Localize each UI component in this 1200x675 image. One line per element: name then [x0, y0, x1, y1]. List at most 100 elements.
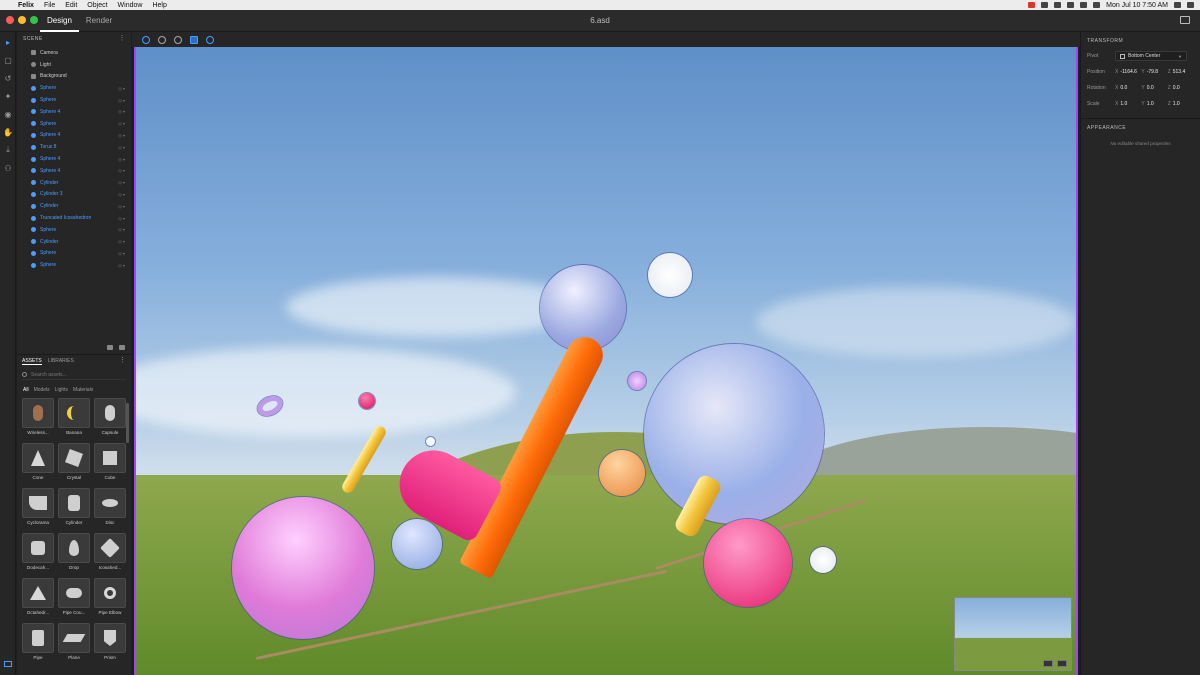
assets-scrollbar[interactable] — [126, 403, 129, 443]
asset-item[interactable]: Drop — [58, 533, 90, 573]
asset-thumbnail[interactable] — [94, 443, 126, 473]
visibility-icon[interactable]: ◎ ▾ — [118, 109, 125, 114]
tab-render[interactable]: Render — [79, 10, 119, 32]
search-icon[interactable] — [1174, 2, 1181, 8]
scene-item-camera[interactable]: Camera — [17, 47, 131, 59]
sphere-object[interactable] — [392, 519, 442, 569]
asset-thumbnail[interactable] — [22, 533, 54, 563]
filter-models[interactable]: Models — [34, 387, 50, 393]
scene-object-row[interactable]: Sphere ◎ ▾ — [17, 94, 131, 106]
visibility-icon[interactable]: ◎ ▾ — [118, 204, 125, 209]
comment-icon[interactable] — [1180, 16, 1190, 24]
sphere-object[interactable] — [644, 344, 824, 524]
menu-clock[interactable]: Mon Jul 10 7:50 AM — [1106, 2, 1168, 9]
scene-item-background[interactable]: Background — [17, 71, 131, 83]
asset-item[interactable]: Pipe — [22, 623, 54, 663]
asset-item[interactable]: Cylinder — [58, 488, 90, 528]
asset-thumbnail[interactable] — [58, 533, 90, 563]
zoom-out-icon[interactable] — [174, 35, 182, 44]
scene-object-row[interactable]: Cylinder 3 ◎ ▾ — [17, 189, 131, 201]
zoom-window-button[interactable] — [30, 16, 38, 24]
menu-window[interactable]: Window — [118, 2, 143, 9]
position-y-field[interactable]: -79.8 — [1147, 69, 1164, 75]
sphere-object[interactable] — [232, 497, 374, 639]
asset-thumbnail[interactable] — [58, 443, 90, 473]
sphere-object[interactable] — [810, 547, 836, 573]
position-z-field[interactable]: 513.4 — [1173, 69, 1190, 75]
asset-item[interactable]: Disc — [94, 488, 126, 528]
scale-z-field[interactable]: 1.0 — [1173, 101, 1190, 107]
assets-search[interactable]: Search assets... — [22, 370, 126, 380]
camera-tool-icon[interactable]: ◉ — [0, 106, 16, 122]
asset-item[interactable]: Pipe Cou... — [58, 578, 90, 618]
visibility-icon[interactable]: ◎ ▾ — [118, 121, 125, 126]
select-mode-icon[interactable] — [142, 35, 150, 44]
drop-tool-icon[interactable]: ⤓ — [0, 142, 16, 158]
asset-thumbnail[interactable] — [22, 623, 54, 653]
trash-icon[interactable] — [119, 345, 125, 350]
asset-item[interactable]: Capsule — [94, 398, 126, 438]
asset-item[interactable]: Cyclorama — [22, 488, 54, 528]
wifi-icon[interactable] — [1067, 2, 1075, 8]
sphere-object[interactable] — [648, 253, 692, 297]
asset-thumbnail[interactable] — [58, 623, 90, 653]
visibility-icon[interactable]: ◎ ▾ — [118, 86, 125, 91]
scene-object-row[interactable]: Truncated Icosahedron ◎ ▾ — [17, 212, 131, 224]
battery-icon[interactable] — [1093, 2, 1101, 8]
scene-object-row[interactable]: Sphere ◎ ▾ — [17, 82, 131, 94]
menu-edit[interactable]: Edit — [65, 2, 77, 9]
asset-item[interactable]: Banana — [58, 398, 90, 438]
info-icon[interactable] — [206, 35, 214, 44]
asset-thumbnail[interactable] — [94, 533, 126, 563]
viewport-canvas[interactable] — [134, 47, 1078, 675]
visibility-icon[interactable]: ◎ ▾ — [118, 216, 125, 221]
asset-item[interactable]: Wireless... — [22, 398, 54, 438]
hand-tool-icon[interactable]: ✋ — [0, 124, 16, 140]
scene-object-row[interactable]: Sphere ◎ ▾ — [17, 259, 131, 271]
status-extra-icon[interactable] — [1041, 2, 1049, 8]
menu-file[interactable]: File — [44, 2, 55, 9]
list-icon[interactable] — [1187, 2, 1194, 8]
scene-item-light[interactable]: Light — [17, 59, 131, 71]
undo-tool-icon[interactable]: ↺ — [0, 70, 16, 86]
visibility-icon[interactable]: ◎ ▾ — [118, 263, 125, 268]
asset-thumbnail[interactable] — [94, 623, 126, 653]
sphere-object[interactable] — [599, 450, 645, 496]
asset-thumbnail[interactable] — [22, 488, 54, 518]
tab-libraries[interactable]: LIBRARIES — [48, 358, 74, 365]
menu-app-name[interactable]: Felix — [18, 2, 34, 9]
asset-item[interactable]: Prism — [94, 623, 126, 663]
visibility-icon[interactable]: ◎ ▾ — [118, 145, 125, 150]
scene-object-row[interactable]: Sphere 4 ◎ ▾ — [17, 106, 131, 118]
visibility-icon[interactable]: ◎ ▾ — [118, 192, 125, 197]
menu-help[interactable]: Help — [152, 2, 166, 9]
asset-item[interactable]: Icosahed... — [94, 533, 126, 573]
sphere-object[interactable] — [426, 437, 435, 446]
asset-thumbnail[interactable] — [58, 488, 90, 518]
tab-design[interactable]: Design — [40, 10, 79, 32]
asset-item[interactable]: Octahedr... — [22, 578, 54, 618]
asset-item[interactable]: Cube — [94, 443, 126, 483]
preview-expand-icon[interactable] — [1043, 660, 1053, 667]
select-tool-icon[interactable]: ▸ — [0, 34, 16, 50]
scene-object-row[interactable]: Sphere ◎ ▾ — [17, 118, 131, 130]
zoom-in-icon[interactable] — [158, 35, 166, 44]
assets-menu-icon[interactable]: ⋮ — [119, 356, 126, 364]
volume-icon[interactable] — [1080, 2, 1088, 8]
rotation-z-field[interactable]: 0.0 — [1173, 85, 1190, 91]
visibility-icon[interactable]: ◎ ▾ — [118, 157, 125, 162]
visibility-icon[interactable]: ◎ ▾ — [118, 168, 125, 173]
rotation-y-field[interactable]: 0.0 — [1147, 85, 1164, 91]
visibility-icon[interactable]: ◎ ▾ — [118, 98, 125, 103]
visibility-icon[interactable]: ◎ ▾ — [118, 227, 125, 232]
scene-object-row[interactable]: Sphere 4 ◎ ▾ — [17, 130, 131, 142]
scene-object-row[interactable]: Cylinder ◎ ▾ — [17, 200, 131, 212]
rotation-x-field[interactable]: 0.0 — [1120, 85, 1137, 91]
visibility-icon[interactable]: ◎ ▾ — [118, 251, 125, 256]
visibility-icon[interactable]: ◎ ▾ — [118, 239, 125, 244]
frame-icon[interactable] — [190, 35, 198, 44]
sphere-object[interactable] — [628, 372, 646, 390]
position-x-field[interactable]: -1164.6 — [1120, 69, 1137, 75]
filter-lights[interactable]: Lights — [55, 387, 68, 393]
asset-thumbnail[interactable] — [94, 578, 126, 608]
